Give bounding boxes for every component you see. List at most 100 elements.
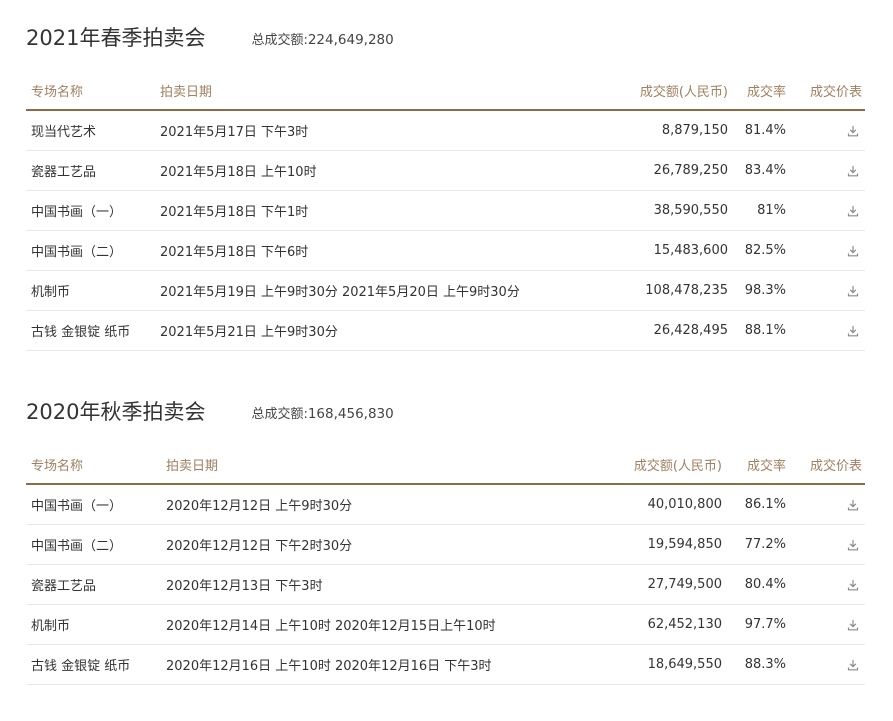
- table-row: 瓷器工艺品 2021年5月18日 上午10时 26,789,250 83.4%: [26, 150, 865, 191]
- section-total: 总成交额:224,649,280: [251, 27, 393, 54]
- sell-through-rate: 88.3%: [722, 644, 788, 685]
- session-name: 瓷器工艺品: [26, 564, 166, 605]
- results-table: 专场名称 拍卖日期 成交额(人民币) 成交率 成交价表 现当代艺术 2021年5月…: [26, 71, 865, 351]
- download-icon[interactable]: [847, 165, 859, 177]
- price-list-cell: [788, 564, 865, 605]
- download-icon[interactable]: [847, 285, 859, 297]
- turnover-amount: 40,010,800: [594, 484, 722, 525]
- table-row: 古钱 金银锭 纸币 2021年5月21日 上午9时30分 26,428,495 88.…: [26, 310, 865, 351]
- section-title: 2021年春季拍卖会: [26, 26, 206, 50]
- auction-section-2020-autumn: 2020年秋季拍卖会 总成交额:168,456,830 专场名称 拍卖日期 成交…: [26, 392, 865, 685]
- download-icon[interactable]: [847, 579, 859, 591]
- sell-through-rate: 81%: [728, 190, 788, 231]
- price-list-cell: [788, 604, 865, 645]
- session-name: 瓷器工艺品: [26, 150, 160, 191]
- auction-date: 2020年12月12日 下午2时30分: [166, 524, 594, 565]
- price-list-cell: [788, 524, 865, 565]
- price-list-cell: [788, 150, 865, 191]
- session-name: 古钱 金银锭 纸币: [26, 310, 160, 351]
- sell-through-rate: 97.7%: [722, 604, 788, 645]
- auction-date: 2021年5月21日 上午9时30分: [160, 310, 600, 351]
- auction-date: 2021年5月18日 下午1时: [160, 190, 600, 231]
- table-row: 中国书画（二） 2020年12月12日 下午2时30分 19,594,850 77.2…: [26, 524, 865, 565]
- results-table: 专场名称 拍卖日期 成交额(人民币) 成交率 成交价表 中国书画（一） 2020年…: [26, 445, 865, 685]
- session-name: 机制币: [26, 270, 160, 311]
- table-row: 古钱 金银锭 纸币 2020年12月16日 上午10时 2020年12月16日 下…: [26, 644, 865, 685]
- col-header-rate: 成交率: [728, 71, 788, 111]
- table-row: 瓷器工艺品 2020年12月13日 下午3时 27,749,500 80.4%: [26, 564, 865, 605]
- col-header-name: 专场名称: [26, 71, 160, 111]
- auction-date: 2020年12月12日 上午9时30分: [166, 484, 594, 525]
- auction-date: 2021年5月18日 下午6时: [160, 230, 600, 271]
- session-name: 中国书画（二）: [26, 524, 166, 565]
- sell-through-rate: 98.3%: [728, 270, 788, 311]
- auction-date: 2020年12月13日 下午3时: [166, 564, 594, 605]
- col-header-amount: 成交额(人民币): [600, 71, 728, 111]
- section-total: 总成交额:168,456,830: [251, 401, 393, 428]
- turnover-amount: 19,594,850: [594, 524, 722, 565]
- download-icon[interactable]: [847, 619, 859, 631]
- sell-through-rate: 80.4%: [722, 564, 788, 605]
- turnover-amount: 15,483,600: [600, 230, 728, 271]
- price-list-cell: [788, 110, 865, 151]
- price-list-cell: [788, 310, 865, 351]
- table-row: 现当代艺术 2021年5月17日 下午3时 8,879,150 81.4%: [26, 110, 865, 151]
- download-icon[interactable]: [847, 125, 859, 137]
- col-header-name: 专场名称: [26, 445, 166, 485]
- table-row: 中国书画（一） 2021年5月18日 下午1时 38,590,550 81%: [26, 190, 865, 231]
- price-list-cell: [788, 644, 865, 685]
- col-header-amount: 成交额(人民币): [594, 445, 722, 485]
- download-icon[interactable]: [847, 245, 859, 257]
- section-header: 2020年秋季拍卖会 总成交额:168,456,830: [26, 392, 865, 428]
- table-header-row: 专场名称 拍卖日期 成交额(人民币) 成交率 成交价表: [26, 71, 865, 111]
- price-list-cell: [788, 270, 865, 311]
- turnover-amount: 27,749,500: [594, 564, 722, 605]
- session-name: 中国书画（一）: [26, 190, 160, 231]
- sell-through-rate: 81.4%: [728, 110, 788, 151]
- turnover-amount: 62,452,130: [594, 604, 722, 645]
- turnover-amount: 26,789,250: [600, 150, 728, 191]
- price-list-cell: [788, 484, 865, 525]
- turnover-amount: 18,649,550: [594, 644, 722, 685]
- session-name: 中国书画（二）: [26, 230, 160, 271]
- turnover-amount: 38,590,550: [600, 190, 728, 231]
- turnover-amount: 108,478,235: [600, 270, 728, 311]
- session-name: 中国书画（一）: [26, 484, 166, 525]
- auction-date: 2021年5月17日 下午3时: [160, 110, 600, 151]
- sell-through-rate: 82.5%: [728, 230, 788, 271]
- download-icon[interactable]: [847, 659, 859, 671]
- total-value: 168,456,830: [307, 406, 394, 422]
- sell-through-rate: 83.4%: [728, 150, 788, 191]
- table-header-row: 专场名称 拍卖日期 成交额(人民币) 成交率 成交价表: [26, 445, 865, 485]
- section-title: 2020年秋季拍卖会: [26, 400, 206, 424]
- col-header-price-list: 成交价表: [788, 71, 865, 111]
- sell-through-rate: 86.1%: [722, 484, 788, 525]
- table-row: 中国书画（一） 2020年12月12日 上午9时30分 40,010,800 86.1…: [26, 484, 865, 525]
- col-header-date: 拍卖日期: [166, 445, 594, 485]
- total-label: 总成交额:: [251, 407, 308, 422]
- auction-date: 2020年12月16日 上午10时 2020年12月16日 下午3时: [166, 644, 594, 685]
- table-row: 机制币 2020年12月14日 上午10时 2020年12月15日上午10时 62,…: [26, 604, 865, 645]
- total-value: 224,649,280: [307, 32, 394, 48]
- download-icon[interactable]: [847, 325, 859, 337]
- col-header-price-list: 成交价表: [788, 445, 865, 485]
- sell-through-rate: 88.1%: [728, 310, 788, 351]
- session-name: 古钱 金银锭 纸币: [26, 644, 166, 685]
- section-header: 2021年春季拍卖会 总成交额:224,649,280: [26, 18, 865, 54]
- turnover-amount: 26,428,495: [600, 310, 728, 351]
- col-header-date: 拍卖日期: [160, 71, 600, 111]
- auction-date: 2021年5月18日 上午10时: [160, 150, 600, 191]
- download-icon[interactable]: [847, 539, 859, 551]
- table-row: 中国书画（二） 2021年5月18日 下午6时 15,483,600 82.5%: [26, 230, 865, 271]
- sell-through-rate: 77.2%: [722, 524, 788, 565]
- col-header-rate: 成交率: [722, 445, 788, 485]
- download-icon[interactable]: [847, 499, 859, 511]
- price-list-cell: [788, 230, 865, 271]
- auction-section-2021-spring: 2021年春季拍卖会 总成交额:224,649,280 专场名称 拍卖日期 成交…: [26, 18, 865, 351]
- auction-date: 2020年12月14日 上午10时 2020年12月15日上午10时: [166, 604, 594, 645]
- download-icon[interactable]: [847, 205, 859, 217]
- auction-date: 2021年5月19日 上午9时30分 2021年5月20日 上午9时30分: [160, 270, 600, 311]
- session-name: 现当代艺术: [26, 110, 160, 151]
- session-name: 机制币: [26, 604, 166, 645]
- table-row: 机制币 2021年5月19日 上午9时30分 2021年5月20日 上午9时30分…: [26, 270, 865, 311]
